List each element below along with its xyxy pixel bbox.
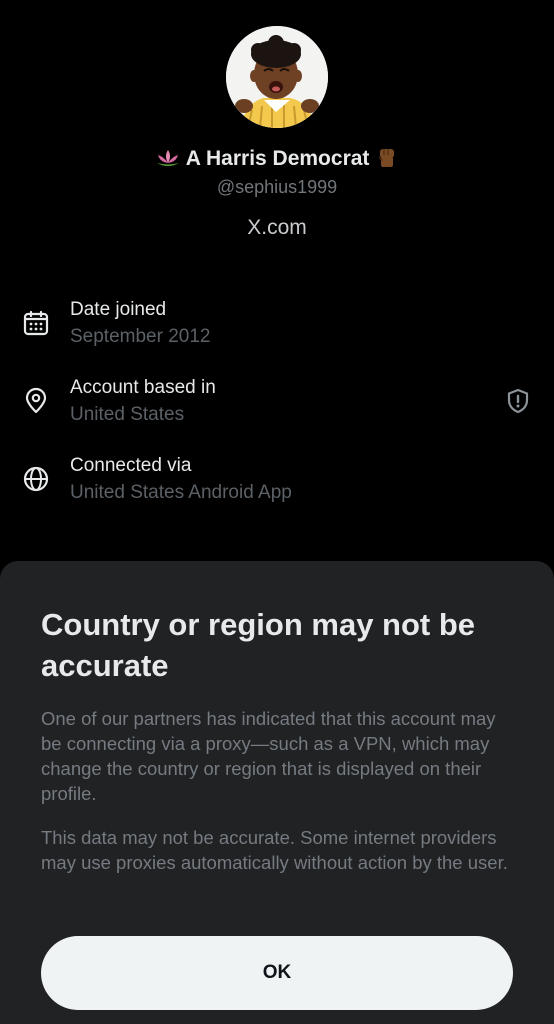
date-joined-value: September 2012 — [70, 326, 211, 347]
website-link[interactable]: X.com — [0, 214, 554, 242]
display-name: A Harris Democrat — [0, 145, 554, 173]
date-joined-label: Date joined — [70, 299, 167, 320]
shield-alert-icon[interactable] — [504, 387, 532, 415]
sheet-paragraph-accuracy: This data may not be accurate. Some inte… — [41, 827, 508, 873]
sheet-title: Country or region may not be accurate — [41, 607, 476, 683]
sheet-paragraph-proxy: One of our partners has indicated that t… — [41, 708, 496, 804]
lotus-icon — [156, 150, 179, 166]
location-pin-icon — [25, 387, 47, 414]
avatar[interactable] — [226, 26, 328, 128]
connected-via-value: United States Android App — [70, 482, 292, 503]
raised-fist-icon — [379, 149, 395, 167]
user-handle: @sephius1999 — [216, 177, 338, 197]
bottom-sheet: Country or region may not be accurate On… — [0, 561, 554, 1024]
account-based-in-row: Account based in United States — [0, 375, 554, 435]
connected-via-row: Connected via United States Android App — [0, 453, 554, 513]
globe-icon — [23, 466, 49, 492]
date-joined-row: Date joined September 2012 — [0, 297, 554, 357]
ok-button[interactable]: OK — [41, 936, 513, 1010]
display-name-text: A Harris Democrat — [185, 147, 370, 170]
account-based-in-value: United States — [70, 404, 185, 425]
calendar-icon — [23, 310, 49, 336]
profile-section: A Harris Democrat @sephius1999 X.com Dat… — [0, 0, 554, 560]
connected-via-label: Connected via — [70, 455, 192, 476]
account-based-in-label: Account based in — [70, 377, 216, 398]
avatar-image — [226, 26, 328, 128]
